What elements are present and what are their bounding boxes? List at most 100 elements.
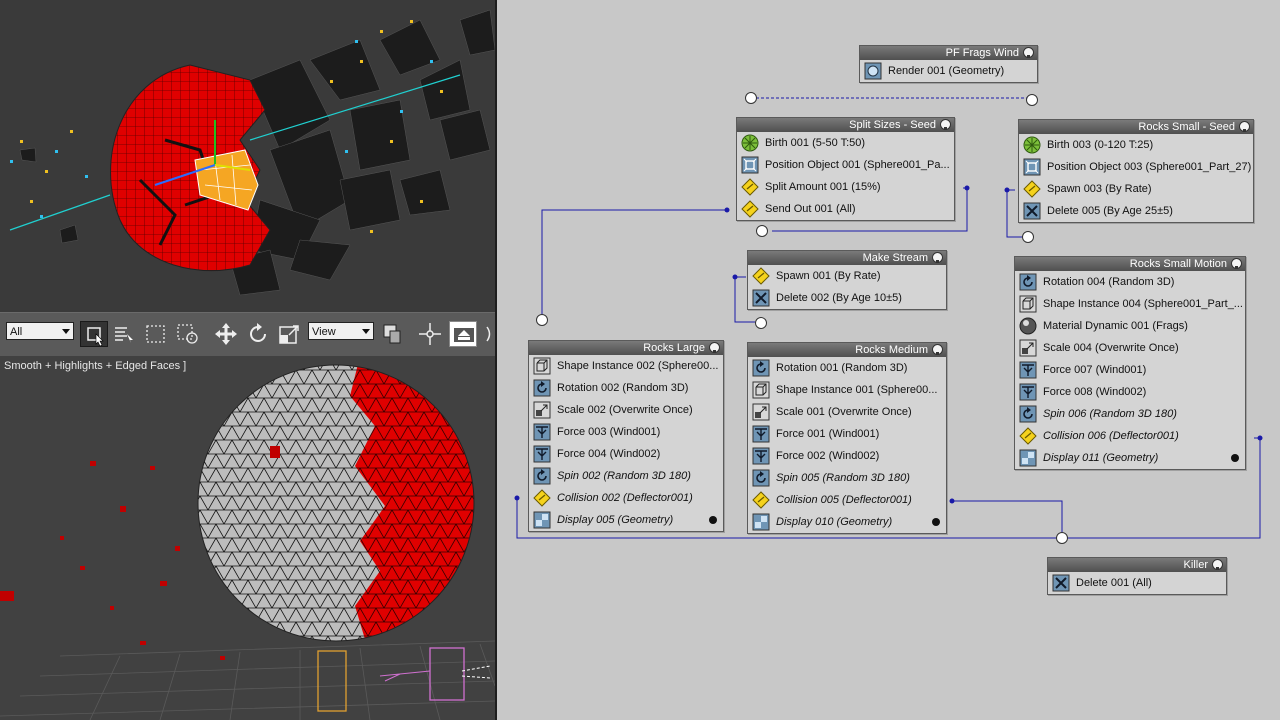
operator-row[interactable]: Scale 002 (Overwrite Once)	[529, 399, 723, 421]
operator-row[interactable]: Shape Instance 001 (Sphere00...	[748, 379, 946, 401]
operator-row[interactable]: Delete 005 (By Age 25±5)	[1019, 200, 1253, 222]
rectangular-selection-button[interactable]	[142, 321, 170, 347]
lightbulb-icon[interactable]	[1239, 121, 1250, 132]
chevron-down-icon	[362, 329, 370, 334]
operator-row[interactable]: Position Object 003 (Sphere001_Part_27)	[1019, 156, 1253, 178]
event-input-port[interactable]	[745, 92, 757, 104]
operator-label: Shape Instance 004 (Sphere001_Part_...	[1043, 298, 1243, 310]
lightbulb-icon[interactable]	[932, 344, 943, 355]
display-color-swatch[interactable]	[709, 516, 717, 524]
operator-row[interactable]: Split Amount 001 (15%)	[737, 176, 954, 198]
event-input-port[interactable]	[536, 314, 548, 326]
select-and-move-button[interactable]	[212, 321, 240, 347]
select-by-name-button[interactable]	[110, 321, 138, 347]
select-object-button[interactable]	[80, 321, 108, 347]
move-icon	[215, 323, 237, 345]
operator-row[interactable]: Spawn 003 (By Rate)	[1019, 178, 1253, 200]
operator-row[interactable]: Force 004 (Wind002)	[529, 443, 723, 465]
pivot-center-button[interactable]	[380, 321, 408, 347]
lightbulb-icon[interactable]	[1212, 559, 1223, 570]
event-title[interactable]: Rocks Medium	[748, 343, 946, 357]
operator-row[interactable]: Rotation 004 (Random 3D)	[1015, 271, 1245, 293]
lightbulb-icon[interactable]	[1231, 258, 1242, 269]
lightbulb-icon[interactable]	[940, 119, 951, 130]
operator-row[interactable]: Force 003 (Wind001)	[529, 421, 723, 443]
operator-row[interactable]: Render 001 (Geometry)	[860, 60, 1037, 82]
operator-row[interactable]: Force 002 (Wind002)	[748, 445, 946, 467]
operator-label: Force 001 (Wind001)	[776, 428, 880, 440]
operator-row[interactable]: Force 001 (Wind001)	[748, 423, 946, 445]
event-rocks-small-seed[interactable]: Rocks Small - Seed Birth 003 (0-120 T:25)…	[1018, 119, 1254, 223]
event-rocks-large[interactable]: Rocks Large Shape Instance 002 (Sphere00.…	[528, 340, 724, 532]
display-color-swatch[interactable]	[932, 518, 940, 526]
operator-row[interactable]: Position Object 001 (Sphere001_Pa...	[737, 154, 954, 176]
event-title[interactable]: Rocks Large	[529, 341, 723, 355]
select-object-icon	[87, 327, 104, 347]
event-title[interactable]: PF Frags Wind	[860, 46, 1037, 60]
perspective-viewport-bottom[interactable]: Smooth + Highlights + Edged Faces ]	[0, 356, 495, 720]
operator-row[interactable]: Birth 001 (5-50 T:50)	[737, 132, 954, 154]
operator-row[interactable]: Spin 005 (Random 3D 180)	[748, 467, 946, 489]
event-split-sizes-seed[interactable]: Split Sizes - Seed Birth 001 (5-50 T:50) P…	[736, 117, 955, 221]
toolbar-overflow[interactable]	[484, 321, 495, 347]
operator-row[interactable]: Send Out 001 (All)	[737, 198, 954, 220]
select-and-scale-button[interactable]	[276, 321, 304, 347]
lightbulb-icon[interactable]	[1023, 47, 1034, 58]
operator-row[interactable]: Delete 002 (By Age 10±5)	[748, 287, 946, 309]
keyboard-shortcut-override-button[interactable]	[449, 321, 477, 347]
event-input-port[interactable]	[1022, 231, 1034, 243]
event-title[interactable]: Make Stream	[748, 251, 946, 265]
material-icon	[1019, 317, 1037, 335]
lightbulb-icon[interactable]	[932, 252, 943, 263]
operator-row[interactable]: Birth 003 (0-120 T:25)	[1019, 134, 1253, 156]
operator-row[interactable]: Material Dynamic 001 (Frags)	[1015, 315, 1245, 337]
perspective-viewport-top[interactable]	[0, 0, 495, 312]
event-input-port[interactable]	[1056, 532, 1068, 544]
operator-row[interactable]: Force 008 (Wind002)	[1015, 381, 1245, 403]
selection-filter-dropdown[interactable]: All	[6, 322, 74, 340]
select-and-rotate-button[interactable]	[244, 321, 272, 347]
operator-row[interactable]: Force 007 (Wind001)	[1015, 359, 1245, 381]
operator-row[interactable]: Shape Instance 002 (Sphere00...	[529, 355, 723, 377]
force-icon	[1019, 383, 1037, 401]
select-manipulate-button[interactable]	[416, 321, 444, 347]
event-pf-frags-wind[interactable]: PF Frags Wind Render 001 (Geometry)	[859, 45, 1038, 83]
operator-label: Position Object 001 (Sphere001_Pa...	[765, 159, 950, 171]
operator-row[interactable]: Rotation 001 (Random 3D)	[748, 357, 946, 379]
operator-row[interactable]: Rotation 002 (Random 3D)	[529, 377, 723, 399]
operator-row[interactable]: Display 011 (Geometry)	[1015, 447, 1245, 469]
event-killer[interactable]: Killer Delete 001 (All)	[1047, 557, 1227, 595]
event-title[interactable]: Split Sizes - Seed	[737, 118, 954, 132]
operator-row[interactable]: Collision 005 (Deflector001)	[748, 489, 946, 511]
operator-row[interactable]: Spin 006 (Random 3D 180)	[1015, 403, 1245, 425]
operator-row[interactable]: Spin 002 (Random 3D 180)	[529, 465, 723, 487]
event-title[interactable]: Killer	[1048, 558, 1226, 572]
event-title-label: Split Sizes - Seed	[849, 119, 936, 131]
operator-row[interactable]: Display 010 (Geometry)	[748, 511, 946, 533]
operator-row[interactable]: Delete 001 (All)	[1048, 572, 1226, 594]
sphere-intact-render	[0, 356, 495, 720]
operator-row[interactable]: Collision 006 (Deflector001)	[1015, 425, 1245, 447]
event-rocks-medium[interactable]: Rocks Medium Rotation 001 (Random 3D) Shap…	[747, 342, 947, 534]
shape-instance-icon	[1019, 295, 1037, 313]
operator-row[interactable]: Spawn 001 (By Rate)	[748, 265, 946, 287]
lightbulb-icon[interactable]	[709, 342, 720, 353]
test-diamond-icon	[1019, 427, 1037, 445]
event-input-port[interactable]	[755, 317, 767, 329]
operator-row[interactable]: Scale 004 (Overwrite Once)	[1015, 337, 1245, 359]
reference-coordinate-dropdown[interactable]: View	[308, 322, 374, 340]
spin-icon	[1019, 405, 1037, 423]
operator-row[interactable]: Shape Instance 004 (Sphere001_Part_...	[1015, 293, 1245, 315]
operator-row[interactable]: Display 005 (Geometry)	[529, 509, 723, 531]
event-title[interactable]: Rocks Small Motion	[1015, 257, 1245, 271]
event-title[interactable]: Rocks Small - Seed	[1019, 120, 1253, 134]
event-input-port[interactable]	[756, 225, 768, 237]
display-color-swatch[interactable]	[1231, 454, 1239, 462]
event-make-stream[interactable]: Make Stream Spawn 001 (By Rate) Delete 002…	[747, 250, 947, 310]
particle-view-panel[interactable]: PF Frags Wind Render 001 (Geometry) Split…	[497, 0, 1280, 720]
operator-row[interactable]: Scale 001 (Overwrite Once)	[748, 401, 946, 423]
event-input-port[interactable]	[1026, 94, 1038, 106]
operator-row[interactable]: Collision 002 (Deflector001)	[529, 487, 723, 509]
event-rocks-small-motion[interactable]: Rocks Small Motion Rotation 004 (Random 3…	[1014, 256, 1246, 470]
window-crossing-button[interactable]	[174, 321, 202, 347]
